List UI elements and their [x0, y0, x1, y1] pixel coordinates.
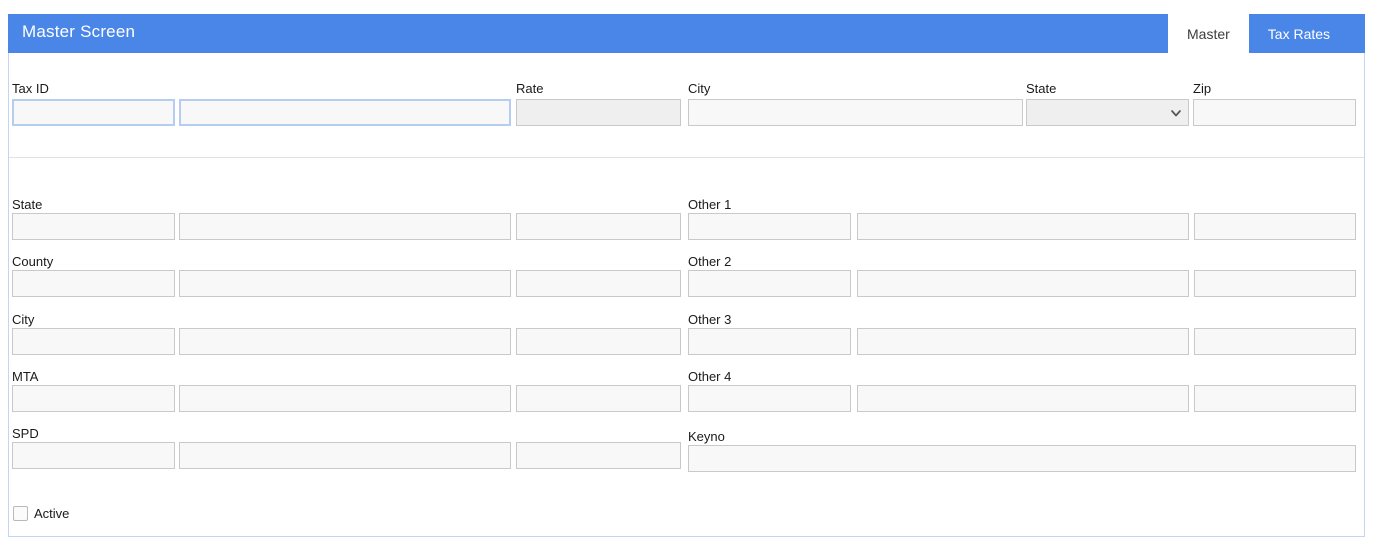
state-col1-input[interactable] — [12, 213, 175, 240]
label-other-1: Other 1 — [688, 197, 732, 212]
state-col3-input[interactable] — [516, 213, 681, 240]
spd-col2-input[interactable] — [179, 442, 511, 469]
label-tax-id: Tax ID — [12, 81, 49, 96]
other2-col1-input[interactable] — [688, 270, 851, 297]
tab-master[interactable]: Master — [1168, 14, 1249, 53]
label-spd: SPD — [12, 426, 39, 441]
city-input-top[interactable] — [688, 99, 1023, 126]
label-rate: Rate — [516, 81, 544, 96]
spd-col3-input[interactable] — [516, 442, 681, 469]
other2-col2-input[interactable] — [857, 270, 1189, 297]
label-keyno: Keyno — [688, 429, 725, 444]
label-city-top: City — [688, 81, 711, 96]
tax-id-code-input[interactable] — [12, 99, 175, 126]
state-col2-input[interactable] — [179, 213, 511, 240]
tax-id-name-input[interactable] — [179, 99, 511, 126]
city-col3-input[interactable] — [516, 328, 681, 355]
county-col3-input[interactable] — [516, 270, 681, 297]
rate-input[interactable] — [516, 99, 681, 126]
label-other-3: Other 3 — [688, 312, 732, 327]
state-select-top[interactable] — [1026, 99, 1189, 126]
county-col2-input[interactable] — [179, 270, 511, 297]
other3-col1-input[interactable] — [688, 328, 851, 355]
city-col2-input[interactable] — [179, 328, 511, 355]
label-mta: MTA — [12, 369, 39, 384]
page-title: Master Screen — [22, 22, 136, 41]
other4-col1-input[interactable] — [688, 385, 851, 412]
active-checkbox-label: Active — [34, 506, 70, 521]
label-other-4: Other 4 — [688, 369, 732, 384]
other1-col3-input[interactable] — [1194, 213, 1356, 240]
other4-col3-input[interactable] — [1194, 385, 1356, 412]
master-screen-page: Master Screen Master Tax Rates Tax ID Ra… — [0, 0, 1377, 556]
section-divider — [9, 157, 1364, 158]
other1-col2-input[interactable] — [857, 213, 1189, 240]
mta-col2-input[interactable] — [179, 385, 511, 412]
label-other-2: Other 2 — [688, 254, 732, 269]
label-county: County — [12, 254, 54, 269]
active-checkbox[interactable] — [13, 506, 28, 521]
header-bar — [8, 14, 1365, 53]
other4-col2-input[interactable] — [857, 385, 1189, 412]
mta-col1-input[interactable] — [12, 385, 175, 412]
label-state-top: State — [1026, 81, 1057, 96]
tab-tax-rates[interactable]: Tax Rates — [1248, 14, 1350, 53]
keyno-input[interactable] — [688, 445, 1356, 472]
county-col1-input[interactable] — [12, 270, 175, 297]
city-col1-input[interactable] — [12, 328, 175, 355]
label-zip: Zip — [1193, 81, 1212, 96]
tab-bar: Master Tax Rates — [1168, 14, 1350, 53]
other3-col3-input[interactable] — [1194, 328, 1356, 355]
label-state: State — [12, 197, 43, 212]
spd-col1-input[interactable] — [12, 442, 175, 469]
zip-input[interactable] — [1193, 99, 1356, 126]
mta-col3-input[interactable] — [516, 385, 681, 412]
other2-col3-input[interactable] — [1194, 270, 1356, 297]
active-checkbox-group[interactable]: Active — [13, 506, 69, 521]
other1-col1-input[interactable] — [688, 213, 851, 240]
label-city: City — [12, 312, 35, 327]
other3-col2-input[interactable] — [857, 328, 1189, 355]
